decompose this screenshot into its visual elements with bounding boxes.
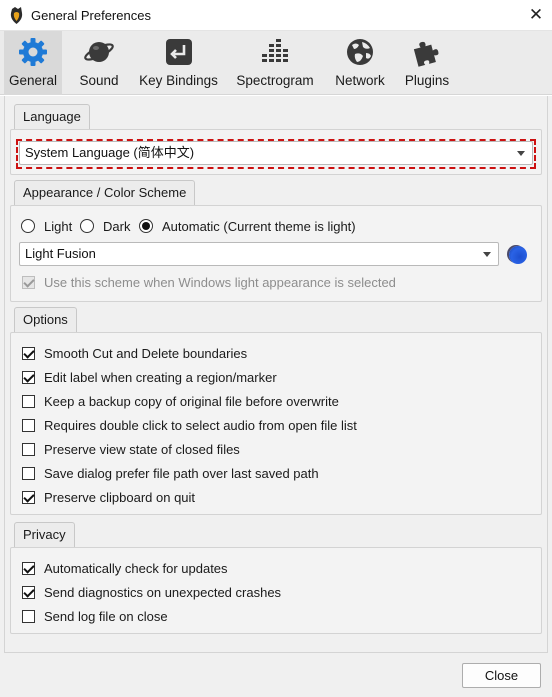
- option-preserve-view-checkbox[interactable]: [22, 443, 35, 456]
- tab-spectrogram-label: Spectrogram: [236, 73, 314, 88]
- tab-plugins-label: Plugins: [404, 73, 450, 88]
- option-backup-copy-label: Keep a backup copy of original file befo…: [44, 394, 339, 409]
- tab-general-label: General: [8, 73, 58, 88]
- privacy-check-updates-label: Automatically check for updates: [44, 561, 228, 576]
- option-smooth-cut-checkbox[interactable]: [22, 347, 35, 360]
- language-highlight-marker: [16, 139, 536, 169]
- tab-key-bindings-label: Key Bindings: [139, 73, 218, 88]
- option-edit-label-checkbox[interactable]: [22, 371, 35, 384]
- scheme-windows-light-label: Use this scheme when Windows light appea…: [44, 275, 396, 290]
- gear-icon: [19, 38, 47, 66]
- option-preserve-clipboard-label: Preserve clipboard on quit: [44, 490, 196, 505]
- color-scheme-select-value: Light Fusion: [25, 246, 96, 261]
- title-bar: General Preferences ✕: [0, 0, 552, 31]
- tab-general[interactable]: General: [4, 31, 62, 95]
- tab-network[interactable]: Network: [329, 31, 391, 95]
- tab-sound-label: Sound: [79, 73, 119, 88]
- language-section-title: Language: [14, 104, 90, 129]
- close-button[interactable]: Close: [462, 663, 541, 688]
- privacy-send-log-label: Send log file on close: [44, 609, 168, 624]
- window-close-button[interactable]: ✕: [525, 5, 547, 25]
- option-preserve-clipboard-checkbox[interactable]: [22, 491, 35, 504]
- radio-automatic[interactable]: [139, 219, 153, 233]
- appearance-section-title: Appearance / Color Scheme: [14, 180, 196, 205]
- option-preserve-view-label: Preserve view state of closed files: [44, 442, 240, 457]
- app-logo-icon: [10, 7, 23, 24]
- spectrogram-bars-icon: [262, 39, 288, 62]
- radio-light-label: Light: [44, 219, 73, 234]
- option-backup-copy-checkbox[interactable]: [22, 395, 35, 408]
- option-smooth-cut-label: Smooth Cut and Delete boundaries: [44, 346, 248, 361]
- option-save-dialog-path-checkbox[interactable]: [22, 467, 35, 480]
- scheme-windows-light-checkbox[interactable]: [22, 276, 35, 289]
- privacy-send-diagnostics-checkbox[interactable]: [22, 586, 35, 599]
- tab-spectrogram[interactable]: Spectrogram: [232, 31, 318, 95]
- window-title: General Preferences: [31, 8, 151, 23]
- scheme-color-button[interactable]: [509, 246, 527, 264]
- puzzle-icon: [413, 41, 439, 67]
- options-section-title: Options: [14, 307, 77, 332]
- privacy-send-diagnostics-label: Send diagnostics on unexpected crashes: [44, 585, 282, 600]
- chevron-down-icon: [483, 252, 491, 257]
- privacy-check-updates-checkbox[interactable]: [22, 562, 35, 575]
- option-double-click-label: Requires double click to select audio fr…: [44, 418, 357, 433]
- tab-key-bindings[interactable]: Key Bindings: [136, 31, 221, 95]
- preferences-toolbar: General Sound Key Bindings Spectrogram N…: [0, 31, 552, 95]
- option-save-dialog-path-label: Save dialog prefer file path over last s…: [44, 466, 319, 481]
- privacy-send-log-checkbox[interactable]: [22, 610, 35, 623]
- radio-light[interactable]: [21, 219, 35, 233]
- option-double-click-checkbox[interactable]: [22, 419, 35, 432]
- radio-dark-label: Dark: [103, 219, 131, 234]
- radio-automatic-label: Automatic (Current theme is light): [162, 219, 356, 234]
- planet-icon: [84, 42, 114, 62]
- tab-network-label: Network: [335, 73, 385, 88]
- keyboard-return-icon: [165, 39, 192, 65]
- color-scheme-select[interactable]: Light Fusion: [19, 242, 499, 266]
- tab-sound[interactable]: Sound: [70, 31, 128, 95]
- privacy-section-title: Privacy: [14, 522, 75, 547]
- radio-dark[interactable]: [80, 219, 94, 233]
- globe-icon: [347, 39, 373, 65]
- option-edit-label-label: Edit label when creating a region/marker: [44, 370, 277, 385]
- tab-plugins[interactable]: Plugins: [400, 31, 454, 95]
